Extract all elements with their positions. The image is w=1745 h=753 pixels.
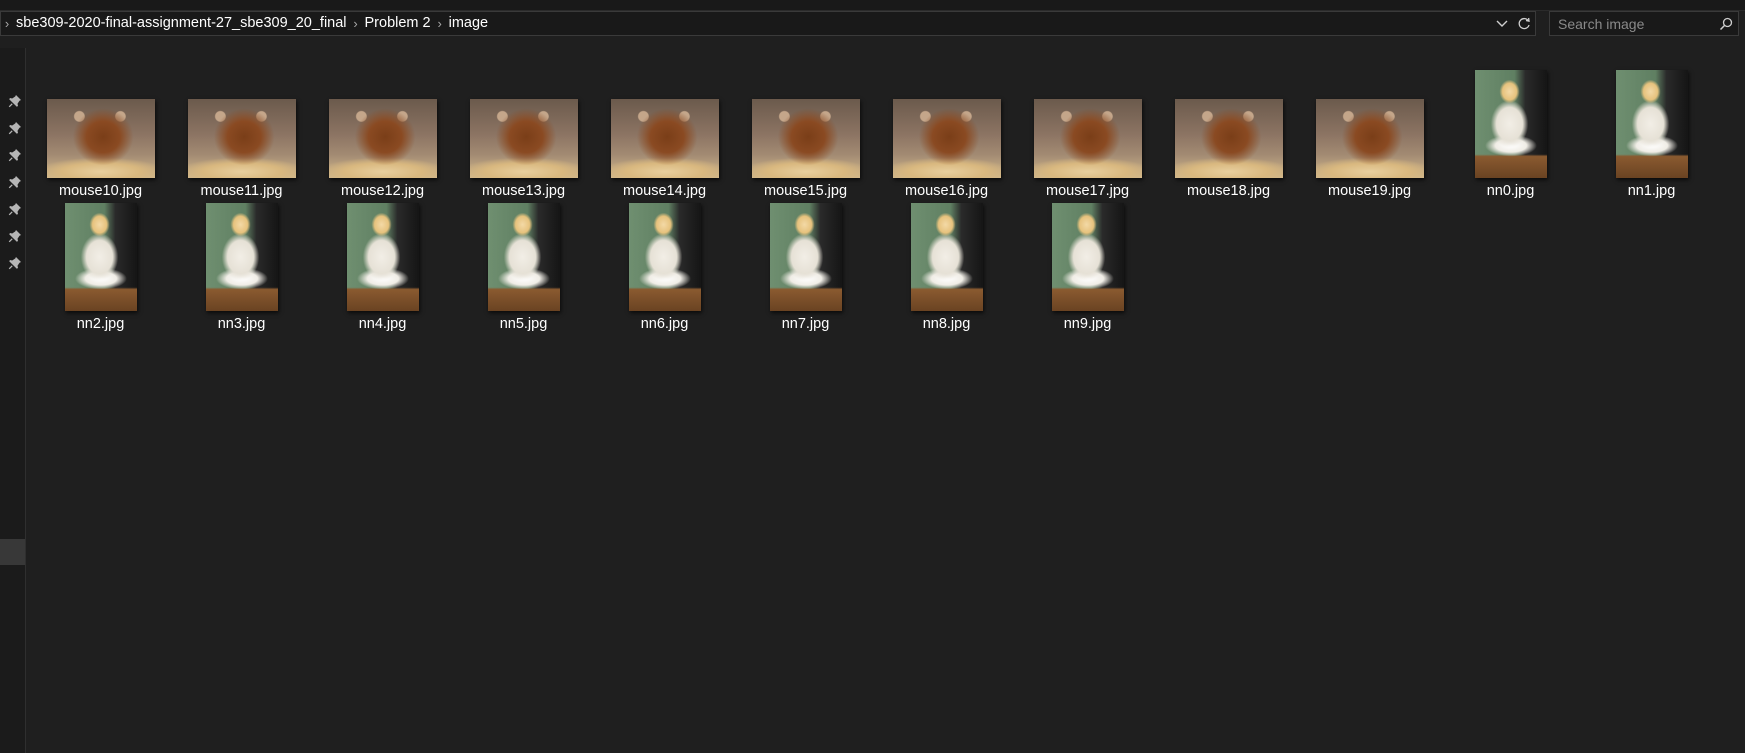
pin-icon[interactable] [8, 229, 22, 243]
file-item[interactable]: mouse13.jpg [453, 54, 594, 199]
search-input[interactable] [1550, 12, 1714, 35]
reading-girl-thumbnail [346, 203, 419, 311]
file-name-label: nn4.jpg [358, 316, 407, 332]
mouse-thumbnail [1315, 99, 1424, 178]
breadcrumb-chevron-icon[interactable]: › [350, 11, 362, 36]
file-name-label: nn8.jpg [922, 316, 971, 332]
file-item[interactable]: nn8.jpg [876, 187, 1017, 332]
pin-icon[interactable] [8, 256, 22, 270]
thumbnail-frame [453, 187, 594, 311]
title-strip [0, 0, 1745, 11]
file-item[interactable]: nn3.jpg [171, 187, 312, 332]
file-item[interactable]: mouse11.jpg [171, 54, 312, 199]
thumbnail-frame [594, 54, 735, 178]
file-item[interactable]: nn9.jpg [1017, 187, 1158, 332]
file-name-label: nn9.jpg [1063, 316, 1112, 332]
file-item[interactable]: nn1.jpg [1581, 54, 1722, 199]
thumbnail-frame [171, 54, 312, 178]
mouse-thumbnail [751, 99, 860, 178]
file-name-label: mouse18.jpg [1186, 183, 1271, 199]
thumbnail-frame [312, 54, 453, 178]
breadcrumb-folder-assignment[interactable]: sbe309-2020-final-assignment-27_sbe309_2… [13, 11, 350, 36]
file-item[interactable]: mouse19.jpg [1299, 54, 1440, 199]
file-name-label: nn6.jpg [640, 316, 689, 332]
file-item[interactable]: mouse18.jpg [1158, 54, 1299, 199]
thumbnail-frame [453, 54, 594, 178]
thumbnail-frame [1299, 54, 1440, 178]
file-item[interactable]: mouse14.jpg [594, 54, 735, 199]
reading-girl-thumbnail [64, 203, 137, 311]
file-name-label: nn0.jpg [1486, 183, 1535, 199]
file-item[interactable]: nn5.jpg [453, 187, 594, 332]
refresh-icon [1518, 17, 1530, 29]
mouse-thumbnail [892, 99, 1001, 178]
breadcrumb-folder-image[interactable]: image [446, 11, 492, 36]
thumbnail-frame [312, 187, 453, 311]
mouse-thumbnail [46, 99, 155, 178]
address-bar[interactable]: › sbe309-2020-final-assignment-27_sbe309… [0, 11, 1536, 36]
file-name-label: nn7.jpg [781, 316, 830, 332]
reading-girl-thumbnail [1615, 70, 1688, 178]
reading-girl-thumbnail [769, 203, 842, 311]
pin-icon[interactable] [8, 202, 22, 216]
breadcrumb-chevron-icon[interactable]: › [434, 11, 446, 36]
mouse-thumbnail [469, 99, 578, 178]
thumbnail-frame [1581, 54, 1722, 178]
thumbnail-frame [30, 187, 171, 311]
pin-icon[interactable] [8, 121, 22, 135]
breadcrumb-root-chevron-icon[interactable]: › [1, 11, 13, 36]
thumbnail-frame [1017, 187, 1158, 311]
file-name-label: nn2.jpg [76, 316, 125, 332]
pin-icon[interactable] [8, 94, 22, 108]
file-item[interactable]: mouse17.jpg [1017, 54, 1158, 199]
mouse-thumbnail [328, 99, 437, 178]
file-item[interactable]: mouse15.jpg [735, 54, 876, 199]
reading-girl-thumbnail [1474, 70, 1547, 178]
reading-girl-thumbnail [1051, 203, 1124, 311]
navigation-pane [0, 48, 26, 753]
reading-girl-thumbnail [487, 203, 560, 311]
search-button[interactable] [1714, 12, 1738, 35]
file-explorer-window: › sbe309-2020-final-assignment-27_sbe309… [0, 0, 1745, 753]
pin-icon[interactable] [8, 148, 22, 162]
file-item[interactable]: mouse10.jpg [30, 54, 171, 199]
address-history-dropdown-button[interactable] [1491, 12, 1513, 35]
mouse-thumbnail [610, 99, 719, 178]
file-item[interactable]: mouse16.jpg [876, 54, 1017, 199]
search-box[interactable] [1549, 11, 1739, 36]
mouse-thumbnail [1033, 99, 1142, 178]
file-item[interactable]: nn4.jpg [312, 187, 453, 332]
file-item[interactable]: nn0.jpg [1440, 54, 1581, 199]
pin-icon[interactable] [8, 175, 22, 189]
thumbnail-frame [735, 54, 876, 178]
file-name-label: nn1.jpg [1627, 183, 1676, 199]
file-item[interactable]: mouse12.jpg [312, 54, 453, 199]
thumbnail-frame [171, 187, 312, 311]
thumbnail-frame [876, 54, 1017, 178]
file-list: mouse10.jpg mouse11.jpg mouse12.jpg mouse13… [27, 48, 1745, 753]
thumbnail-frame [735, 187, 876, 311]
thumbnail-frame [594, 187, 735, 311]
chevron-down-icon [1496, 20, 1508, 27]
reading-girl-thumbnail [910, 203, 983, 311]
reading-girl-thumbnail [205, 203, 278, 311]
search-icon [1719, 17, 1733, 30]
breadcrumb-folder-problem[interactable]: Problem 2 [362, 11, 434, 36]
thumbnail-frame [876, 187, 1017, 311]
thumbnail-frame [1158, 54, 1299, 178]
thumbnail-frame [30, 54, 171, 178]
thumbnail-frame [1440, 54, 1581, 178]
file-item[interactable]: nn6.jpg [594, 187, 735, 332]
file-name-label: nn5.jpg [499, 316, 548, 332]
refresh-button[interactable] [1513, 12, 1535, 35]
reading-girl-thumbnail [628, 203, 701, 311]
mouse-thumbnail [187, 99, 296, 178]
nav-pane-selected-item[interactable] [0, 539, 25, 565]
thumbnail-frame [1017, 54, 1158, 178]
mouse-thumbnail [1174, 99, 1283, 178]
file-name-label: mouse19.jpg [1327, 183, 1412, 199]
file-item[interactable]: nn7.jpg [735, 187, 876, 332]
file-name-label: nn3.jpg [217, 316, 266, 332]
file-item[interactable]: nn2.jpg [30, 187, 171, 332]
